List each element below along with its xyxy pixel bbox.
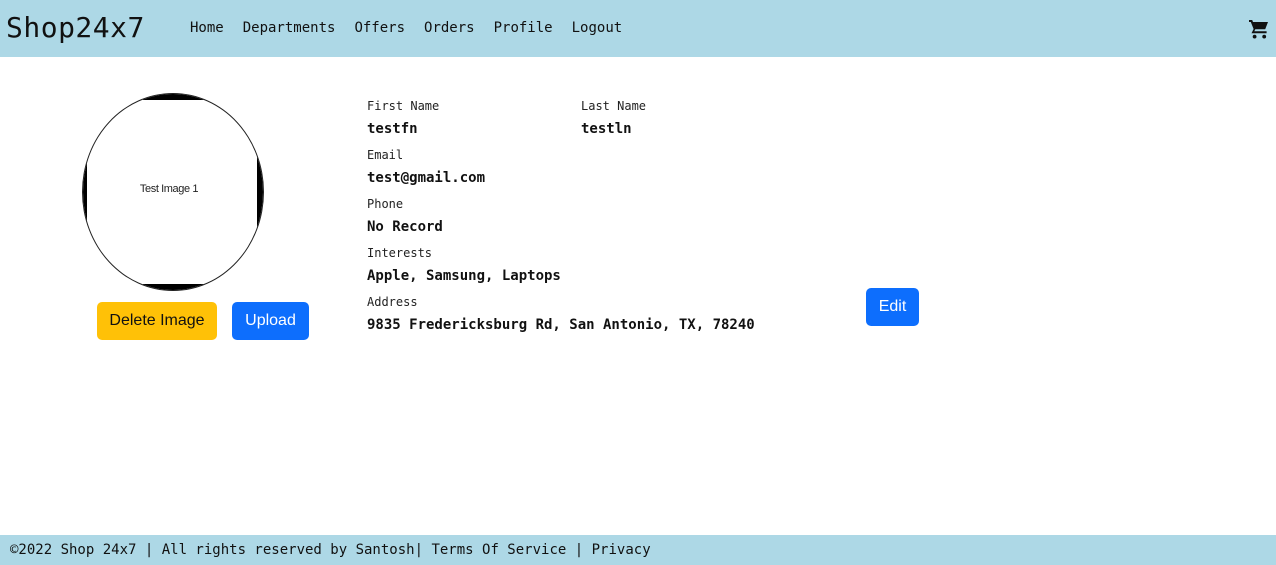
profile-image-caption: Test Image 1: [139, 183, 199, 195]
last-name-value: testln: [581, 121, 632, 137]
copyright-text: ©2022 Shop 24x7 | All rights reserved by…: [10, 542, 415, 558]
shopping-cart-icon[interactable]: [1247, 17, 1271, 41]
nav-profile[interactable]: Profile: [494, 17, 553, 39]
top-navbar: Shop24x7 Home Departments Offers Orders …: [0, 0, 1276, 57]
profile-image: Test Image 1: [82, 93, 264, 291]
address-label: Address: [367, 295, 418, 309]
terms-of-service-link[interactable]: Terms Of Service: [431, 542, 566, 558]
brand-logo[interactable]: Shop24x7: [6, 10, 145, 46]
email-value: test@gmail.com: [367, 170, 486, 186]
nav-orders[interactable]: Orders: [424, 17, 475, 39]
nav-links: Home Departments Offers Orders Profile L…: [190, 17, 641, 39]
nav-home[interactable]: Home: [190, 17, 224, 39]
image-border-bottom: [143, 284, 205, 290]
address-value: 9835 Fredericksburg Rd, San Antonio, TX,…: [367, 317, 755, 333]
first-name-value: testfn: [367, 121, 418, 137]
first-name-label: First Name: [367, 99, 440, 113]
edit-profile-button[interactable]: Edit: [866, 288, 919, 326]
nav-departments[interactable]: Departments: [243, 17, 336, 39]
email-label: Email: [367, 148, 404, 162]
image-border-right: [257, 154, 263, 230]
nav-offers[interactable]: Offers: [354, 17, 405, 39]
delete-image-button[interactable]: Delete Image: [97, 302, 217, 340]
last-name-label: Last Name: [581, 99, 647, 113]
image-border-top: [143, 94, 205, 100]
nav-logout[interactable]: Logout: [572, 17, 623, 39]
interests-label: Interests: [367, 246, 433, 260]
phone-label: Phone: [367, 197, 404, 211]
upload-button[interactable]: Upload: [232, 302, 309, 340]
footer-separator: |: [574, 542, 584, 558]
footer-text: ©2022 Shop 24x7 | All rights reserved by…: [10, 540, 651, 560]
phone-value: No Record: [367, 219, 443, 235]
footer: ©2022 Shop 24x7 | All rights reserved by…: [0, 535, 1276, 565]
interests-value: Apple, Samsung, Laptops: [367, 268, 561, 284]
footer-separator: |: [414, 542, 424, 558]
privacy-link[interactable]: Privacy: [592, 542, 651, 558]
